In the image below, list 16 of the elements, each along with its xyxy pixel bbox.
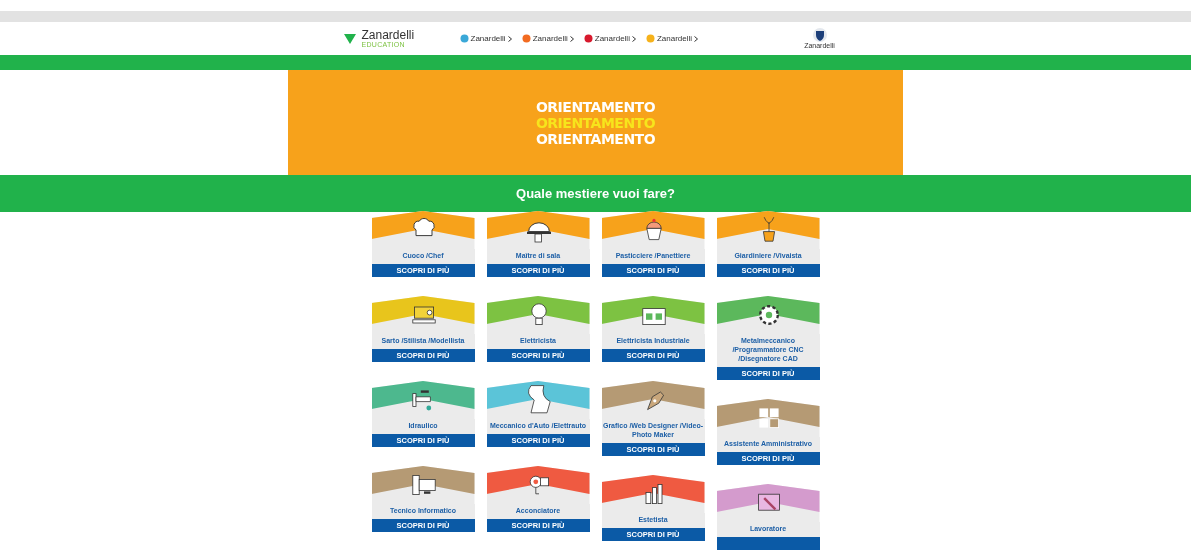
banner-title: ORIENTAMENTO: [535, 98, 656, 115]
shield-logo-icon: [812, 28, 827, 42]
logo-name: Zanardelli: [361, 29, 415, 41]
banner-title: ORIENTAMENTO: [535, 130, 656, 147]
brand-link[interactable]: Zanardelli: [521, 34, 574, 43]
brand-link[interactable]: Zanardelli: [645, 34, 699, 43]
brand-link[interactable]: Zanardelli: [583, 34, 636, 43]
banner-title: ORIENTAMENTO: [535, 114, 656, 131]
chevron-icon: [569, 35, 574, 42]
brand-link[interactable]: Zanardelli: [459, 34, 512, 43]
button-strip[interactable]: [716, 537, 820, 550]
logo-icon: [341, 31, 358, 46]
section-heading: Quale mestiere vuoi fare?: [516, 186, 675, 201]
chevron-icon: [507, 35, 512, 42]
chevron-icon: [631, 35, 636, 42]
chevron-icon: [694, 35, 699, 42]
